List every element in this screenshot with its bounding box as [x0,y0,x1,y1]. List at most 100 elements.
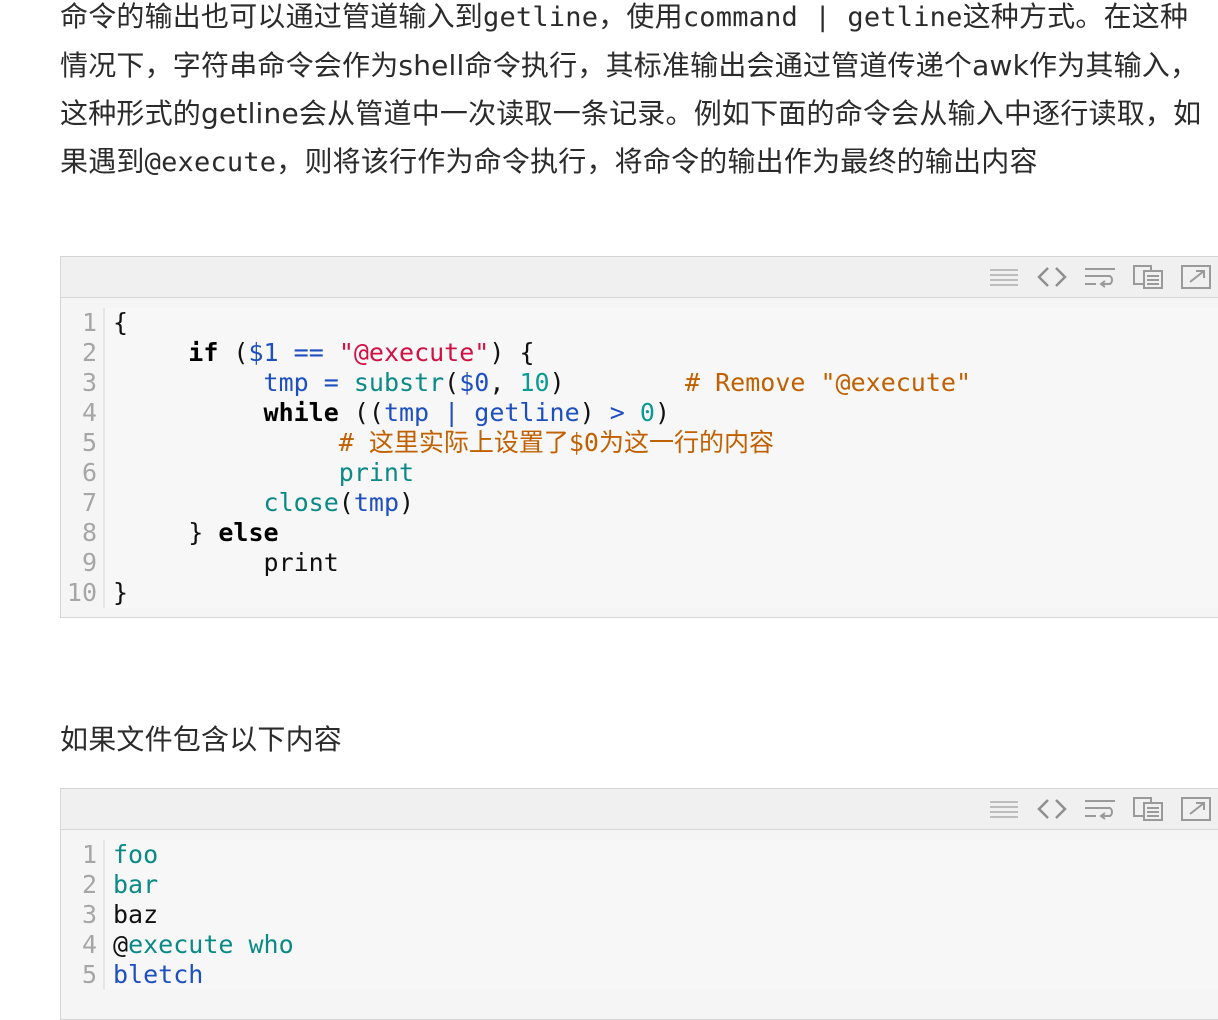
code-token: { [113,308,129,337]
code-token: } [113,518,219,547]
line-number: 4 [61,398,105,428]
code-token: ) [654,398,670,427]
code-line: 9 print [61,548,1218,578]
wrap-icon[interactable] [1083,795,1117,823]
code-token: substr [353,368,445,397]
code-token: close [263,488,339,517]
line-content: { [105,308,1218,338]
line-number: 5 [61,960,105,990]
code-toolbar [61,789,1218,830]
code-token: ( [218,338,249,367]
line-number: 6 [61,458,105,488]
inline-code-getline: getline [483,2,599,33]
code-token: # Remove "@execute" [685,368,972,397]
view-source-icon[interactable] [987,263,1021,291]
code-icon[interactable] [1035,263,1069,291]
popup-icon[interactable] [1179,795,1213,823]
code-token: $1 [248,338,279,367]
code-token: | [444,398,460,427]
copy-icon[interactable] [1131,795,1165,823]
code-line: 6 print [61,458,1218,488]
code-token: # 这里实际上设置了$0为这一行的内容 [338,428,774,457]
code-token: tmp [263,368,309,397]
code-token: getline [474,398,580,427]
code-token: 10 [519,368,550,397]
code-block-input-file: 1 foo 2 bar 3 baz 4 @execute who 5 bletch [60,788,1218,1020]
code-line: 2 if ($1 == "@execute") { [61,338,1218,368]
code-line: 10} [61,578,1218,608]
line-content: @execute who [105,930,1218,960]
line-content: } [105,578,1218,608]
wrap-icon[interactable] [1083,263,1117,291]
code-token: , [489,368,520,397]
line-number: 3 [61,368,105,398]
code-line: 8 } else [61,518,1218,548]
code-line: 7 close(tmp) [61,488,1218,518]
code-token: foo [113,840,159,869]
code-token: } [113,578,129,607]
code-line: 5 # 这里实际上设置了$0为这一行的内容 [61,428,1218,458]
code-line: 1 foo [61,840,1218,870]
toolbar-tools [987,795,1213,823]
code-token: bar [113,870,159,899]
code-icon[interactable] [1035,795,1069,823]
code-token: ) [579,398,610,427]
paragraph-file-contents: 如果文件包含以下内容 [60,716,1210,764]
line-content: print [105,458,1218,488]
code-token: "@execute" [338,338,490,367]
para1-text-b: ，使用 [598,0,683,33]
line-number: 7 [61,488,105,518]
code-token: execute [128,930,234,959]
view-source-icon[interactable] [987,795,1021,823]
line-content: } else [105,518,1218,548]
code-token: ) [399,488,415,517]
code-line: 4 @execute who [61,930,1218,960]
code-token: ( [338,488,354,517]
line-content: baz [105,900,1218,930]
line-number: 1 [61,840,105,870]
line-number: 10 [61,578,105,608]
popup-icon[interactable] [1179,263,1213,291]
line-number: 9 [61,548,105,578]
code-token: tmp [353,488,399,517]
code-line: 5 bletch [61,960,1218,990]
code-token: bletch [113,960,204,989]
code-token: @ [113,930,129,959]
line-content: close(tmp) [105,488,1218,518]
line-content: tmp = substr($0, 10) # Remove "@execute" [105,368,1218,398]
code-token: $0 [459,368,490,397]
line-number: 5 [61,428,105,458]
code-token: else [218,518,279,547]
inline-code-execute: @execute [144,147,277,178]
code-token: baz [113,900,159,929]
line-number: 1 [61,308,105,338]
para1-text-d: ，则将该行作为命令执行，将命令的输出作为最终的输出内容 [276,145,1038,178]
code-line: 2 bar [61,870,1218,900]
line-content: bar [105,870,1218,900]
line-content: # 这里实际上设置了$0为这一行的内容 [105,428,1218,458]
code-token: > [609,398,625,427]
line-number: 4 [61,930,105,960]
line-content: foo [105,840,1218,870]
line-number: 8 [61,518,105,548]
code-line: 4 while ((tmp | getline) > 0) [61,398,1218,428]
code-body: 1{2 if ($1 == "@execute") {3 tmp = subst… [61,298,1218,608]
copy-icon[interactable] [1131,263,1165,291]
code-token: (( [338,398,384,427]
code-line: 1{ [61,308,1218,338]
line-number: 3 [61,900,105,930]
code-token: print [338,458,415,487]
code-token: if [188,338,219,367]
code-body: 1 foo 2 bar 3 baz 4 @execute who 5 bletch [61,830,1218,990]
code-token: 0 [639,398,655,427]
